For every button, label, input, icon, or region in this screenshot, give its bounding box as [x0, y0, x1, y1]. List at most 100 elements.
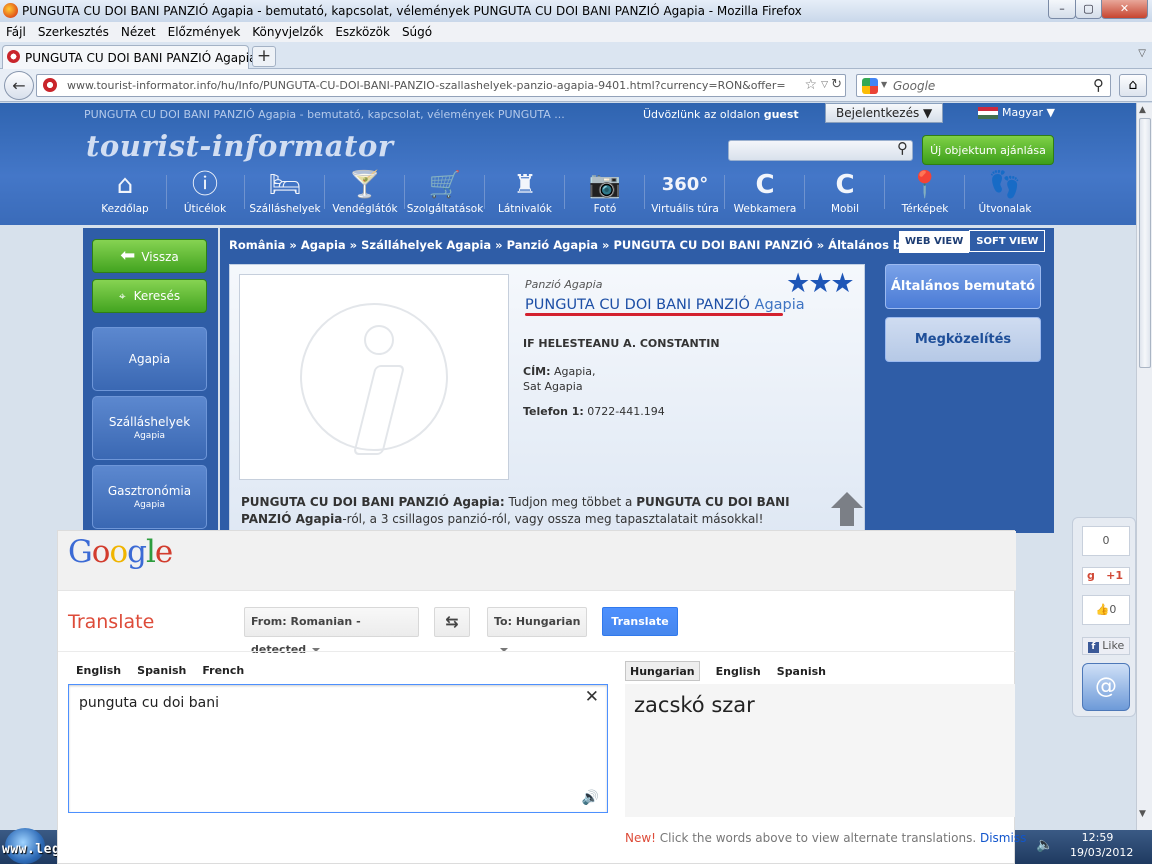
dropdown-icon[interactable]: ▽: [821, 80, 828, 90]
sidebar-item-agapia[interactable]: Agapia: [92, 327, 207, 391]
menu-tools[interactable]: Eszközök: [335, 22, 390, 42]
property-name[interactable]: PUNGUTA CU DOI BANI PANZIÓ Agapia: [525, 297, 805, 313]
dst-tab-english[interactable]: English: [716, 662, 761, 682]
site-search-input[interactable]: ⚲: [728, 139, 913, 161]
back-nav-button[interactable]: ⬅ Vissza: [92, 239, 207, 273]
vertical-scrollbar[interactable]: ▲ ▼: [1136, 103, 1152, 830]
engine-dropdown-icon[interactable]: ▼: [881, 80, 887, 89]
general-info-button[interactable]: Általános bemutató: [885, 264, 1041, 309]
nav-sights[interactable]: ♜ Látnivalók: [486, 167, 564, 223]
info-icon: ⓘ: [191, 170, 218, 200]
speaker-icon[interactable]: 🔊: [582, 790, 599, 806]
webcam-icon: C: [755, 170, 775, 200]
maximize-button[interactable]: ▢: [1075, 0, 1102, 19]
translate-header: Google: [58, 531, 1016, 591]
search-icon[interactable]: ⚲: [897, 139, 908, 157]
swap-languages-button[interactable]: ⇆: [434, 607, 470, 637]
scroll-thumb[interactable]: [1139, 118, 1151, 368]
scroll-up-icon[interactable]: ▲: [1139, 105, 1146, 115]
sidebar-item-label: Agapia: [128, 352, 171, 366]
logo-letter: e: [154, 534, 173, 570]
tab-list-icon[interactable]: ▽: [1138, 48, 1146, 59]
nav-accommodation[interactable]: 🛏 Szálláshelyek: [246, 167, 324, 223]
dismiss-link[interactable]: Dismiss: [980, 831, 1026, 845]
property-name-text: PUNGUTA CU DOI BANI PANZIÓ: [525, 297, 750, 313]
search-label: Keresés: [133, 289, 181, 303]
camera-icon: 📷: [588, 170, 622, 200]
nav-destinations[interactable]: ⓘ Úticélok: [166, 167, 244, 223]
web-view-tab[interactable]: WEB VIEW: [899, 231, 970, 253]
thumb-icon: 👍: [1095, 603, 1110, 616]
bookmark-star-icon[interactable]: ☆: [804, 77, 817, 93]
translate-button[interactable]: Translate: [602, 607, 678, 636]
soft-view-tab[interactable]: SOFT VIEW: [969, 230, 1046, 252]
nav-label: Útvonalak: [978, 203, 1032, 215]
google-engine-icon[interactable]: [862, 78, 878, 94]
google-plus-button[interactable]: g +1: [1082, 567, 1130, 585]
nav-mobile[interactable]: C Mobil: [806, 167, 884, 223]
new-object-button[interactable]: Új objektum ajánlása: [922, 135, 1054, 165]
search-icon[interactable]: ⚲: [1093, 76, 1104, 94]
result-text[interactable]: zacskó szar: [634, 693, 755, 717]
nav-divider: [564, 175, 565, 209]
volume-icon[interactable]: 🔈: [1036, 837, 1053, 853]
nav-photo[interactable]: 📷 Fotó: [566, 167, 644, 223]
approach-button[interactable]: Megközelítés: [885, 317, 1041, 362]
sidebar-item-gastronomy[interactable]: Gasztronómia Agapia: [92, 465, 207, 529]
back-button[interactable]: ←: [4, 71, 34, 100]
login-dropdown[interactable]: Bejelentkezés ▼: [825, 103, 943, 123]
target-language-select[interactable]: To: Hungarian: [487, 607, 587, 652]
nav-home[interactable]: ⌂ Kezdőlap: [86, 167, 164, 223]
scroll-up-arrow-icon[interactable]: [830, 490, 864, 528]
src-tab-english[interactable]: English: [76, 661, 121, 681]
source-text-input[interactable]: punguta cu doi bani ✕ 🔊: [68, 684, 608, 813]
breadcrumb[interactable]: România » Agapia » Szálláhelyek Agapia »…: [229, 238, 956, 252]
clear-icon[interactable]: ✕: [585, 687, 599, 707]
crosshair-icon: ⌖: [118, 289, 126, 303]
nav-divider: [724, 175, 725, 209]
menu-bookmarks[interactable]: Könyvjelzők: [252, 22, 323, 42]
sidebar-item-accommodation[interactable]: Szálláshelyek Agapia: [92, 396, 207, 460]
new-tab-button[interactable]: +: [252, 46, 276, 67]
notice-text: Click the words above to view alternate …: [655, 831, 980, 845]
nav-maps[interactable]: 📍 Térképek: [886, 167, 964, 223]
gplus-icon: g: [1087, 569, 1095, 582]
menu-view[interactable]: Nézet: [121, 22, 156, 42]
minimize-button[interactable]: –: [1048, 0, 1076, 19]
src-tab-spanish[interactable]: Spanish: [137, 661, 186, 681]
language-label: Magyar ▼: [1002, 106, 1055, 119]
url-bar[interactable]: www.tourist-informator.info/hu/Info/PUNG…: [36, 74, 846, 97]
nav-virtual-tour[interactable]: 360° Virtuális túra: [646, 167, 724, 223]
language-selector[interactable]: Magyar ▼: [978, 106, 1055, 119]
share-count: 0: [1082, 526, 1130, 556]
dst-tab-spanish[interactable]: Spanish: [777, 662, 826, 682]
dst-tab-hungarian[interactable]: Hungarian: [625, 661, 700, 681]
close-button[interactable]: ✕: [1101, 0, 1148, 19]
hungarian-flag-icon: [978, 107, 998, 119]
menu-help[interactable]: Súgó: [402, 22, 432, 42]
source-language-select[interactable]: From: Romanian - detected: [244, 607, 419, 656]
cutlery-glass-icon: 🍸: [348, 170, 382, 200]
home-button[interactable]: ⌂: [1119, 74, 1147, 97]
menu-edit[interactable]: Szerkesztés: [38, 22, 109, 42]
nav-services[interactable]: 🛒 Szolgáltatások: [406, 167, 484, 223]
nav-label: Webkamera: [733, 203, 797, 215]
src-tab-french[interactable]: French: [202, 661, 244, 681]
google-logo[interactable]: Google: [68, 534, 173, 570]
browser-tab[interactable]: PUNGUTA CU DOI BANI PANZIÓ Agapia...: [2, 45, 268, 69]
site-identity-icon[interactable]: [43, 78, 57, 92]
search-nav-button[interactable]: ⌖ Keresés: [92, 279, 207, 313]
menu-file[interactable]: Fájl: [6, 22, 26, 42]
nav-restaurants[interactable]: 🍸 Vendéglátók: [326, 167, 404, 223]
reload-icon[interactable]: ↻: [831, 77, 842, 92]
firefox-icon: [3, 3, 18, 18]
site-logo[interactable]: tourist-informator: [86, 129, 394, 163]
scroll-down-icon[interactable]: ▼: [1139, 809, 1146, 819]
email-share-icon[interactable]: @: [1082, 663, 1130, 711]
search-bar[interactable]: ▼ Google ⚲: [856, 74, 1111, 97]
nav-webcam[interactable]: C Webkamera: [726, 167, 804, 223]
facebook-like-button[interactable]: f Like: [1082, 637, 1130, 655]
menu-history[interactable]: Előzmények: [168, 22, 241, 42]
system-clock[interactable]: 12:59 19/03/2012: [1070, 830, 1133, 860]
nav-routes[interactable]: 👣 Útvonalak: [966, 167, 1044, 223]
